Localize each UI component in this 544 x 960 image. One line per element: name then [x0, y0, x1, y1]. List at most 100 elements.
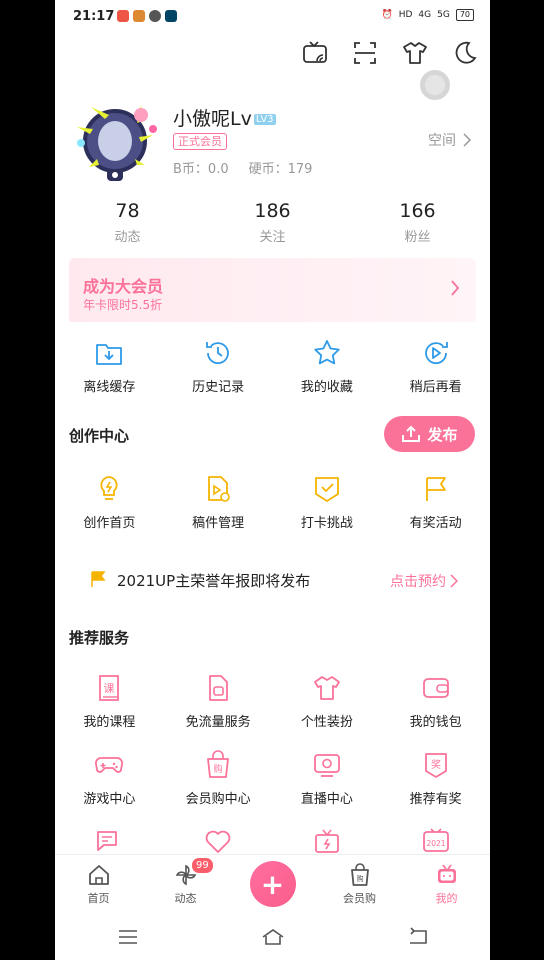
checkin-challenge-label: 打卡挑战	[300, 516, 353, 531]
stat-number: 78	[115, 200, 140, 222]
favorites-button[interactable]: 我的收藏	[273, 338, 382, 395]
chevron-right-icon	[451, 280, 460, 296]
tshirt-icon[interactable]	[402, 40, 428, 66]
live-center-button[interactable]: 直播中心	[273, 750, 382, 807]
avatar[interactable]	[69, 95, 161, 187]
services-row-1: 课 我的课程 免流量服务 个性装扮 我的钱包	[55, 673, 490, 730]
game-notification-icon	[133, 10, 145, 22]
publish-button[interactable]: 发布	[384, 416, 475, 452]
notice-bar[interactable]: 2021UP主荣誉年报即将发布 点击预约	[55, 562, 490, 598]
dress-up-button[interactable]: 个性装扮	[273, 673, 382, 730]
my-wallet-button[interactable]: 我的钱包	[381, 673, 490, 730]
chat-service-button[interactable]	[55, 826, 164, 856]
watch-later-button[interactable]: 稍后再看	[381, 338, 490, 395]
reward-glyph: 奖	[431, 758, 441, 771]
referral-reward-label: 推荐有奖	[409, 792, 462, 807]
back-icon[interactable]	[406, 925, 430, 949]
menu-icon[interactable]	[116, 925, 140, 949]
username[interactable]: 小傲呢Lv LV3	[173, 104, 276, 131]
username-text: 小傲呢Lv	[173, 108, 252, 130]
status-bar: 21:17 ⏰ HD 4G 5G 70	[55, 0, 490, 34]
year-2021-button[interactable]: 2021	[381, 826, 490, 856]
creation-row: 创作首页 稿件管理 打卡挑战 有奖活动	[55, 474, 490, 531]
vip-banner[interactable]: 成为大会员 年卡限时5.5折	[69, 258, 476, 324]
favorites-label: 我的收藏	[300, 380, 353, 395]
system-navigation	[55, 914, 490, 960]
signal-5g-icon: 5G	[437, 10, 450, 20]
reserve-link[interactable]: 点击预约	[390, 571, 458, 591]
nav-shop-glyph: 购	[356, 874, 363, 883]
game-center-button[interactable]: 游戏中心	[55, 750, 164, 807]
stat-followers[interactable]: 166 粉丝	[345, 200, 490, 245]
space-link-label: 空间	[428, 133, 456, 149]
status-time: 21:17	[73, 9, 115, 24]
stats-row: 78 动态 186 关注 166 粉丝	[55, 200, 490, 245]
hd-icon: HD	[398, 10, 413, 20]
shopping-bag-icon: 购	[207, 750, 230, 778]
stat-label: 粉丝	[404, 230, 431, 245]
bottom-navigation: 首页 99 动态 + 购 会员购 我的	[55, 854, 490, 914]
nav-member-shop[interactable]: 购 会员购	[316, 855, 403, 914]
checkin-challenge-button[interactable]: 打卡挑战	[273, 474, 382, 531]
flag-icon	[91, 571, 106, 587]
app-notification-icon	[165, 10, 177, 22]
gift-service-button[interactable]	[273, 826, 382, 856]
top-toolbar	[302, 40, 478, 66]
free-data-service-label: 免流量服务	[185, 715, 251, 730]
free-data-service-button[interactable]: 免流量服务	[164, 673, 273, 730]
nav-home[interactable]: 首页	[55, 855, 142, 914]
nav-mine[interactable]: 我的	[403, 855, 490, 914]
creation-home-button[interactable]: 创作首页	[55, 474, 164, 531]
dynamics-badge: 99	[191, 857, 214, 874]
heart-service-button[interactable]	[164, 826, 273, 856]
upload-icon	[402, 425, 421, 442]
scan-icon[interactable]	[352, 40, 378, 66]
my-courses-button[interactable]: 课 我的课程	[55, 673, 164, 730]
publish-fab[interactable]: +	[249, 861, 296, 907]
space-link[interactable]: 空间	[428, 130, 472, 150]
night-mode-icon[interactable]	[452, 40, 478, 66]
vip-badge: 正式会员	[173, 133, 227, 150]
game-center-label: 游戏中心	[83, 792, 136, 807]
creation-center-title: 创作中心	[69, 427, 130, 445]
services-row-3: 2021	[55, 826, 490, 856]
manuscript-management-button[interactable]: 稿件管理	[164, 474, 273, 531]
reward-activity-label: 有奖活动	[409, 516, 462, 531]
nav-member-shop-label: 会员购	[343, 892, 376, 905]
watch-later-label: 稍后再看	[409, 380, 462, 395]
hard-coin-balance: 硬币：179	[248, 162, 313, 177]
battery-icon: 70	[455, 9, 474, 21]
nav-dynamics-label: 动态	[174, 892, 197, 905]
nav-publish[interactable]: +	[229, 855, 316, 914]
notification-icons	[117, 10, 177, 22]
wallet-icon	[422, 678, 449, 698]
stat-dynamics[interactable]: 78 动态	[55, 200, 200, 245]
stat-label: 关注	[259, 230, 286, 245]
stat-following[interactable]: 186 关注	[200, 200, 345, 245]
shopping-bag-icon: 购	[350, 863, 369, 886]
nav-dynamics[interactable]: 99 动态	[142, 855, 229, 914]
vip-banner-subtitle: 年卡限时5.5折	[83, 298, 163, 312]
tv-cast-icon[interactable]	[302, 40, 328, 66]
referral-reward-button[interactable]: 奖 推荐有奖	[381, 750, 490, 807]
tv-icon	[437, 864, 456, 883]
my-wallet-label: 我的钱包	[409, 715, 462, 730]
home-icon	[88, 865, 109, 885]
reward-activity-button[interactable]: 有奖活动	[381, 474, 490, 531]
floating-assistive-ball[interactable]	[420, 70, 450, 100]
history-icon	[206, 342, 230, 365]
publish-label: 发布	[427, 425, 458, 444]
b-coin-balance: B币：0.0	[173, 162, 229, 177]
gift-icon	[314, 829, 339, 853]
download-folder-icon	[96, 344, 123, 365]
level-badge: LV3	[253, 114, 276, 125]
home-icon[interactable]	[261, 925, 285, 949]
services-row-2: 游戏中心 购 会员购中心 直播中心 奖 推荐有奖	[55, 750, 490, 807]
recommended-services-title: 推荐服务	[69, 629, 130, 647]
member-shop-center-button[interactable]: 购 会员购中心	[164, 750, 273, 807]
offline-cache-button[interactable]: 离线缓存	[55, 338, 164, 395]
creation-home-label: 创作首页	[83, 516, 136, 531]
history-button[interactable]: 历史记录	[164, 338, 273, 395]
screen: 21:17 ⏰ HD 4G 5G 70 小傲呢Lv LV3 正式会员 B币：0.…	[55, 0, 490, 960]
gamepad-icon	[95, 757, 124, 773]
